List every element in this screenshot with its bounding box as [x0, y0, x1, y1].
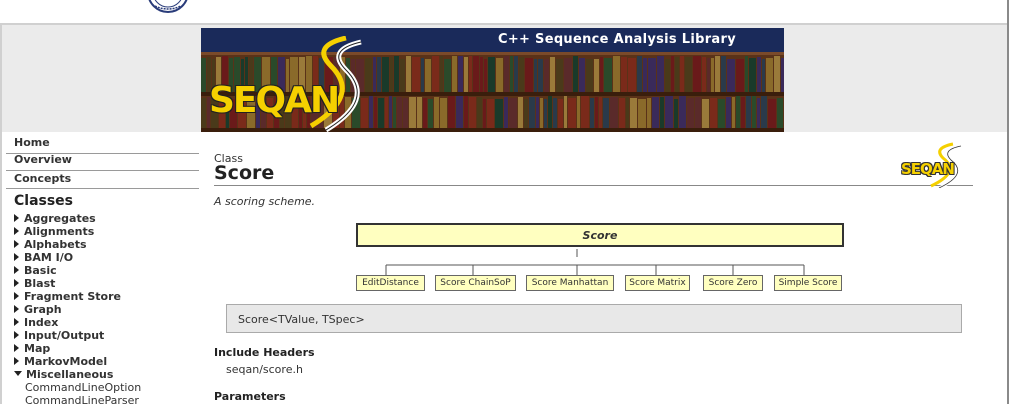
- main-content: Class Score SEQAN A scoring scheme. Scor…: [201, 132, 1007, 404]
- category-label: Index: [24, 316, 59, 329]
- class-signature: Score<TValue, TSpec>: [226, 304, 962, 333]
- include-header-value: seqan/score.h: [226, 363, 303, 376]
- classes-heading: Classes: [14, 193, 74, 209]
- diagram-child-class[interactable]: Simple Score: [774, 275, 842, 291]
- category-label: Graph: [24, 303, 62, 316]
- sidebar: Home Overview Concepts Classes Aggregate…: [2, 132, 201, 404]
- category-aggregates[interactable]: Aggregates: [14, 212, 96, 225]
- expand-triangle-icon: [14, 253, 19, 261]
- diagram-child-class[interactable]: Score ChainSoP: [435, 275, 516, 291]
- diagram-child-class[interactable]: Score Zero: [703, 275, 763, 291]
- sidebar-item-commandlineoption[interactable]: CommandLineOption: [25, 381, 141, 394]
- class-hierarchy-diagram: Score EditDistance Score ChainSoP Score …: [201, 132, 1007, 404]
- category-fragment-store[interactable]: Fragment Store: [14, 290, 121, 303]
- diagram-child-class[interactable]: Score Matrix: [625, 275, 690, 291]
- expand-triangle-icon: [14, 266, 19, 274]
- category-index[interactable]: Index: [14, 316, 58, 329]
- category-label: Miscellaneous: [26, 368, 114, 381]
- expand-triangle-icon: [14, 240, 19, 248]
- frame-top-border: [0, 23, 1009, 25]
- category-markovmodel[interactable]: MarkovModel: [14, 355, 107, 368]
- university-seal-icon: [148, 0, 188, 13]
- banner-logo-text: SEQAN: [209, 80, 340, 121]
- diagram-child-class[interactable]: EditDistance: [356, 275, 425, 291]
- banner-title-bar: C++ Sequence Analysis Library: [201, 28, 784, 52]
- diagram-child-class[interactable]: Score Manhattan: [526, 275, 614, 291]
- expand-triangle-icon: [14, 305, 19, 313]
- hierarchy-connector-lines: [385, 249, 805, 275]
- nav-home[interactable]: Home: [14, 136, 199, 149]
- category-map[interactable]: Map: [14, 342, 50, 355]
- expand-triangle-icon: [14, 279, 19, 287]
- category-label: Aggregates: [24, 212, 96, 225]
- diagram-root-class[interactable]: Score: [356, 223, 844, 247]
- collapse-triangle-icon: [14, 371, 22, 376]
- nav-divider: [6, 170, 199, 171]
- expand-triangle-icon: [14, 318, 19, 326]
- parameters-heading: Parameters: [214, 390, 286, 403]
- category-bam-io[interactable]: BAM I/O: [14, 251, 73, 264]
- expand-triangle-icon: [14, 214, 19, 222]
- category-label: BAM I/O: [24, 251, 74, 264]
- category-label: Basic: [24, 264, 57, 277]
- category-label: Fragment Store: [24, 290, 121, 303]
- expand-triangle-icon: [14, 344, 19, 352]
- category-label: Input/Output: [24, 329, 105, 342]
- nav-concepts[interactable]: Concepts: [14, 172, 199, 185]
- banner-title: C++ Sequence Analysis Library: [497, 32, 736, 47]
- category-label: MarkovModel: [24, 355, 108, 368]
- category-alphabets[interactable]: Alphabets: [14, 238, 87, 251]
- category-miscellaneous[interactable]: Miscellaneous: [14, 368, 113, 381]
- category-basic[interactable]: Basic: [14, 264, 57, 277]
- nav-overview[interactable]: Overview: [14, 153, 199, 166]
- category-graph[interactable]: Graph: [14, 303, 62, 316]
- expand-triangle-icon: [14, 227, 19, 235]
- category-label: Alphabets: [24, 238, 87, 251]
- seqan-banner[interactable]: C++ Sequence Analysis Library SEQAN: [201, 28, 784, 132]
- sidebar-item-commandlineparser[interactable]: CommandLineParser: [25, 394, 139, 404]
- expand-triangle-icon: [14, 357, 19, 365]
- category-alignments[interactable]: Alignments: [14, 225, 94, 238]
- nav-divider: [6, 188, 199, 189]
- top-strip: [0, 0, 1009, 23]
- category-label: Alignments: [24, 225, 95, 238]
- include-headers-heading: Include Headers: [214, 346, 315, 359]
- category-label: Blast: [24, 277, 56, 290]
- category-label: Map: [24, 342, 51, 355]
- category-input-output[interactable]: Input/Output: [14, 329, 104, 342]
- expand-triangle-icon: [14, 292, 19, 300]
- category-blast[interactable]: Blast: [14, 277, 55, 290]
- expand-triangle-icon: [14, 331, 19, 339]
